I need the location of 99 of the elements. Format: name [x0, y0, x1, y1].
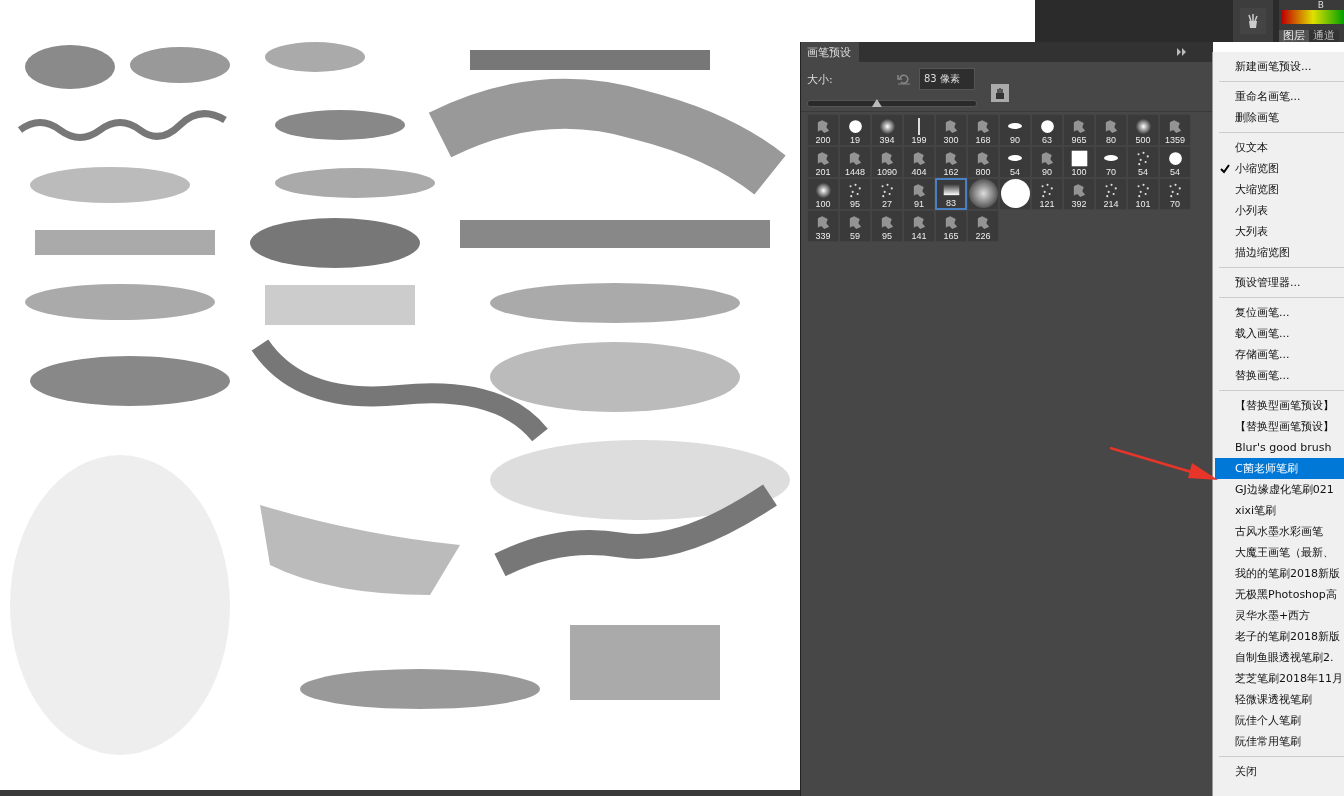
brush-preset[interactable]: 214 [1095, 178, 1127, 210]
menu-item[interactable]: 小列表 [1215, 200, 1344, 221]
size-slider[interactable] [807, 100, 977, 107]
brush-preset[interactable]: 394 [871, 114, 903, 146]
menu-item[interactable]: 灵华水墨+西方 [1215, 605, 1344, 626]
brush-preset[interactable]: 121 [1031, 178, 1063, 210]
brush-preset[interactable]: 201 [807, 146, 839, 178]
brush-tip-icon [1008, 123, 1022, 129]
menu-item[interactable]: 关闭 [1215, 761, 1344, 782]
size-field[interactable]: 83 像素 [919, 68, 975, 90]
slider-thumb[interactable] [871, 99, 882, 107]
menu-item[interactable]: 存储画笔... [1215, 344, 1344, 365]
collapse-icon[interactable] [1177, 48, 1187, 56]
brush-tip-icon [1008, 155, 1022, 161]
brush-preset[interactable] [967, 178, 999, 210]
brush-preset[interactable]: 199 [903, 114, 935, 146]
channel-label: B [1317, 0, 1324, 10]
brush-preset[interactable]: 70 [1095, 146, 1127, 178]
menu-item[interactable]: 无极黑Photoshop高 [1215, 584, 1344, 605]
brush-preset[interactable]: 100 [807, 178, 839, 210]
menu-item[interactable]: 大魔王画笔（最新、 [1215, 542, 1344, 563]
brush-tip-icon [1038, 118, 1056, 135]
brush-tip-icon [968, 179, 998, 208]
menu-item[interactable]: xixi笔刷 [1215, 500, 1344, 521]
brush-preset[interactable]: 404 [903, 146, 935, 178]
menu-item[interactable]: 自制鱼眼透视笔刷2. [1215, 647, 1344, 668]
menu-item[interactable]: 古风水墨水彩画笔 [1215, 521, 1344, 542]
brush-preset[interactable]: 1448 [839, 146, 871, 178]
menu-item[interactable]: 替换画笔... [1215, 365, 1344, 386]
menu-item[interactable]: 大列表 [1215, 221, 1344, 242]
brush-preset[interactable]: 80 [1095, 114, 1127, 146]
brush-preset[interactable]: 70 [1159, 178, 1191, 210]
panel-tab[interactable]: 画笔预设 [801, 42, 859, 62]
brush-preset[interactable]: 965 [1063, 114, 1095, 146]
brush-tip-icon [814, 182, 832, 199]
menu-item[interactable]: 轻微课透视笔刷 [1215, 689, 1344, 710]
brush-preset[interactable]: 95 [871, 210, 903, 242]
menu-item[interactable]: 重命名画笔... [1215, 86, 1344, 107]
brush-preset[interactable]: 59 [839, 210, 871, 242]
brush-preset[interactable]: 200 [807, 114, 839, 146]
color-spectrum[interactable] [1282, 10, 1344, 24]
panel-tab[interactable]: 图层 [1279, 30, 1309, 42]
brush-preset[interactable]: 800 [967, 146, 999, 178]
brush-preset[interactable]: 90 [999, 114, 1031, 146]
brush-preset[interactable]: 300 [935, 114, 967, 146]
menu-item[interactable]: C菌老师笔刷 [1215, 458, 1344, 479]
menu-item[interactable]: 新建画笔预设... [1215, 56, 1344, 77]
brush-preset[interactable]: 83 [935, 178, 967, 210]
brush-preset[interactable]: 63 [1031, 114, 1063, 146]
brush-preset[interactable]: 226 [967, 210, 999, 242]
reset-icon[interactable] [897, 73, 911, 85]
menu-item[interactable]: 描边缩览图 [1215, 242, 1344, 263]
brush-preset[interactable]: 339 [807, 210, 839, 242]
menu-item[interactable]: 【替换型画笔预设】 [1215, 416, 1344, 437]
brush-tip-icon [1070, 150, 1088, 167]
brush-preset[interactable]: 54 [999, 146, 1031, 178]
brush-preset[interactable]: 54 [1127, 146, 1159, 178]
brush-tip-icon [846, 118, 864, 135]
menu-item[interactable]: 老子的笔刷2018新版 [1215, 626, 1344, 647]
brush-preset[interactable]: 100 [1063, 146, 1095, 178]
brush-tool-icon[interactable] [1240, 8, 1266, 34]
menu-item[interactable]: Blur's good brush [1215, 437, 1344, 458]
brush-preset[interactable]: 141 [903, 210, 935, 242]
brush-preset[interactable]: 54 [1159, 146, 1191, 178]
brush-tip-icon [1000, 179, 1030, 208]
brush-preset[interactable]: 91 [903, 178, 935, 210]
brush-preset[interactable]: 1090 [871, 146, 903, 178]
brush-tip-icon [1166, 150, 1184, 167]
brush-preset[interactable]: 168 [967, 114, 999, 146]
menu-item[interactable]: 阮佳常用笔刷 [1215, 731, 1344, 752]
menu-item[interactable]: 芝芝笔刷2018年11月 [1215, 668, 1344, 689]
brush-preset[interactable]: 500 [1127, 114, 1159, 146]
menu-item[interactable]: 大缩览图 [1215, 179, 1344, 200]
brush-preset[interactable]: 27 [871, 178, 903, 210]
brush-tip-icon [1104, 155, 1118, 161]
size-label: 大小: [807, 71, 834, 87]
menu-item[interactable]: 载入画笔... [1215, 323, 1344, 344]
menu-item[interactable]: 阮佳个人笔刷 [1215, 710, 1344, 731]
brush-preset[interactable] [999, 178, 1031, 210]
brush-preset[interactable]: 95 [839, 178, 871, 210]
panel-tab[interactable]: 通道 [1309, 30, 1339, 42]
menu-item[interactable]: 预设管理器... [1215, 272, 1344, 293]
menu-item[interactable]: 删除画笔 [1215, 107, 1344, 128]
menu-item[interactable]: 【替换型画笔预设】 [1215, 395, 1344, 416]
brush-tip-icon [878, 118, 896, 135]
menu-item[interactable]: GJ边缘虚化笔刷021 [1215, 479, 1344, 500]
menu-item[interactable]: 我的的笔刷2018新版 [1215, 563, 1344, 584]
brush-tip-icon [1134, 118, 1152, 135]
brush-preset[interactable]: 90 [1031, 146, 1063, 178]
menu-item[interactable]: 仅文本 [1215, 137, 1344, 158]
brush-preset[interactable]: 392 [1063, 178, 1095, 210]
brush-preset[interactable]: 165 [935, 210, 967, 242]
brush-preset[interactable]: 1359 [1159, 114, 1191, 146]
menu-item[interactable]: 小缩览图 [1215, 158, 1344, 179]
brush-preset[interactable]: 19 [839, 114, 871, 146]
brush-preset[interactable]: 162 [935, 146, 967, 178]
menu-item[interactable]: 复位画笔... [1215, 302, 1344, 323]
brush-preset[interactable]: 101 [1127, 178, 1159, 210]
new-preset-icon[interactable] [991, 84, 1009, 102]
